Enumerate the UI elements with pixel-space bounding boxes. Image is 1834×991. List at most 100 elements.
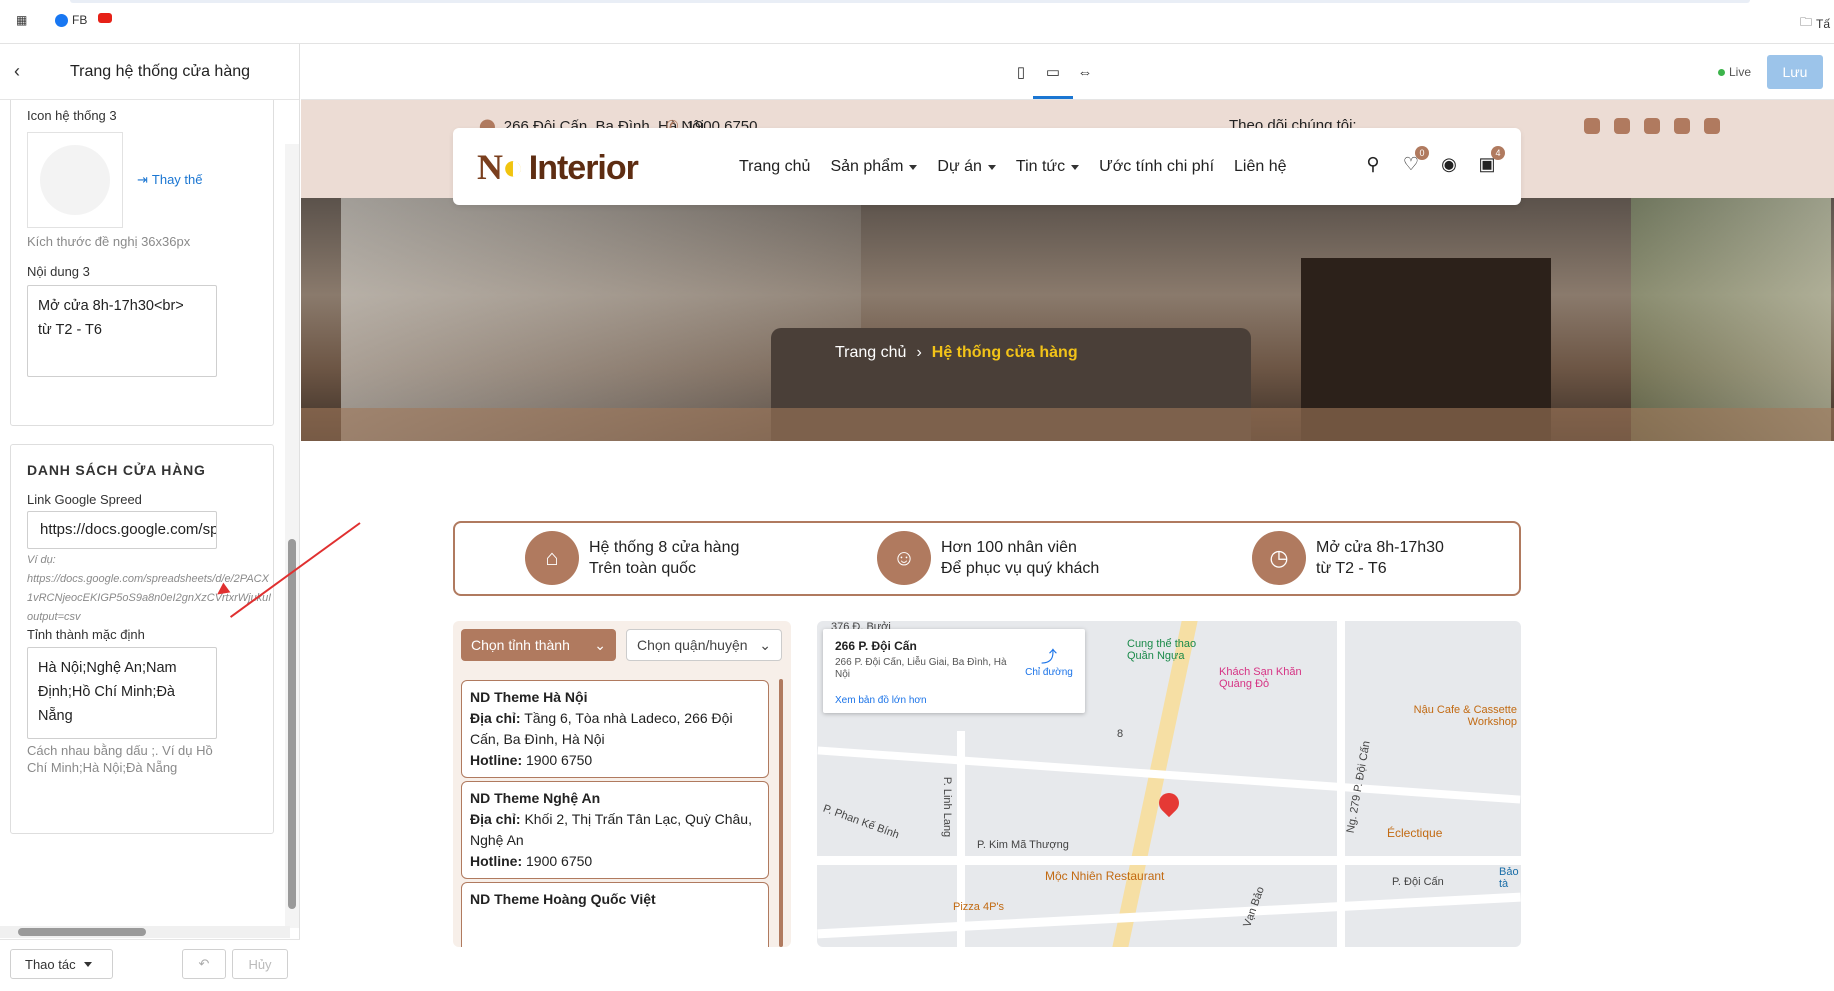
icon3-settings-card: Icon hệ thống 3 ⇥ Thay thế Kích thước đề… bbox=[10, 100, 274, 426]
icon3-preview[interactable] bbox=[27, 132, 123, 228]
panel-scroll-area[interactable]: Icon hệ thống 3 ⇥ Thay thế Kích thước đề… bbox=[0, 100, 300, 880]
clock-icon: ◷ bbox=[1252, 531, 1306, 585]
cancel-button[interactable]: Hủy bbox=[232, 949, 288, 979]
hotline-label: Hotline: bbox=[470, 853, 523, 869]
bookmark-facebook[interactable]: FB bbox=[55, 13, 87, 27]
map-road bbox=[1337, 621, 1345, 947]
store-address: Địa chỉ: Khối 2, Thị Trấn Tân Lạc, Quỳ C… bbox=[470, 809, 760, 851]
province-select-label: Chọn tỉnh thành bbox=[471, 637, 570, 653]
hotline-label: Hotline: bbox=[470, 752, 523, 768]
save-button[interactable]: Lưu bbox=[1767, 55, 1823, 89]
settings-panel: ‹ Trang hệ thống cửa hàng Icon hệ thống … bbox=[0, 44, 300, 991]
live-dot-icon bbox=[1718, 68, 1725, 76]
tiktok-icon[interactable] bbox=[1584, 118, 1600, 134]
nav-projects[interactable]: Dự án bbox=[937, 158, 996, 176]
account-icon[interactable]: ◉ bbox=[1439, 154, 1459, 174]
panel-horizontal-scrollbar[interactable] bbox=[0, 926, 290, 938]
cart-icon[interactable]: ▣ 4 bbox=[1477, 146, 1505, 174]
store-icon: ⌂ bbox=[525, 531, 579, 585]
nav-estimate[interactable]: Ước tính chi phí bbox=[1099, 158, 1214, 176]
bookmark-folder[interactable]: 🗀 Tấ bbox=[1800, 13, 1830, 34]
map-label: P. Phan Kế Bính bbox=[821, 802, 901, 842]
undo-button[interactable]: ↶ bbox=[182, 949, 226, 979]
panel-vertical-scrollbar[interactable] bbox=[285, 144, 299, 928]
store-map[interactable]: Cung thể thao Quần Ngựa Khách Sạn Khăn Q… bbox=[817, 621, 1521, 947]
breadcrumb-separator-icon: › bbox=[916, 344, 922, 361]
twitter-icon[interactable] bbox=[1704, 118, 1720, 134]
nav-news[interactable]: Tin tức bbox=[1016, 158, 1080, 176]
directions-icon: ⤴ bbox=[1040, 649, 1057, 666]
sheet-link-input[interactable]: https://docs.google.com/sp bbox=[27, 511, 217, 549]
chevron-down-icon bbox=[83, 961, 92, 967]
nav-projects-label: Dự án bbox=[937, 158, 982, 175]
map-label: P. Kim Mã Thượng bbox=[977, 839, 1069, 851]
breadcrumb-home[interactable]: Trang chủ bbox=[835, 344, 906, 362]
bookmark-facebook-label: FB bbox=[72, 13, 88, 27]
cart-count-badge: 4 bbox=[1491, 146, 1505, 160]
store-list: Chọn tỉnh thành ⌄ Chọn quận/huyện ⌄ ND The… bbox=[453, 621, 791, 947]
breadcrumb-current: Hệ thống cửa hàng bbox=[931, 344, 1078, 361]
map-label: Nậu Cafe & Cassette Workshop bbox=[1413, 704, 1517, 728]
province-select[interactable]: Chọn tỉnh thành ⌄ bbox=[461, 629, 616, 661]
mobile-view-icon[interactable]: ▯ bbox=[1009, 62, 1033, 82]
hero-banner bbox=[301, 198, 1834, 441]
live-status: Live bbox=[1718, 65, 1751, 79]
default-province-label: Tỉnh thành mặc định bbox=[27, 627, 145, 642]
undo-icon: ↶ bbox=[198, 956, 210, 971]
facebook-icon[interactable] bbox=[1644, 118, 1660, 134]
logo-mark: ◐ bbox=[502, 147, 524, 187]
store-list-scrollbar[interactable] bbox=[779, 679, 783, 947]
wishlist-count-badge: 0 bbox=[1415, 146, 1429, 160]
map-label: Mộc Nhiên Restaurant bbox=[1045, 869, 1165, 883]
content3-textarea[interactable]: Mở cửa 8h-17h30<br> từ T2 - T6 bbox=[27, 285, 217, 377]
nav-home[interactable]: Trang chủ bbox=[739, 158, 810, 176]
default-province-textarea[interactable]: Hà Nội;Nghệ An;Nam Định;Hồ Chí Minh;Đà N… bbox=[27, 647, 217, 739]
store-card[interactable]: ND Theme Hoàng Quốc Việt bbox=[461, 882, 769, 947]
actions-dropdown[interactable]: Thao tác bbox=[10, 949, 113, 979]
nav-contact[interactable]: Liên hệ bbox=[1234, 158, 1287, 176]
scrollbar-thumb[interactable] bbox=[288, 539, 296, 909]
fullwidth-view-icon[interactable]: ⇔ bbox=[1073, 62, 1097, 82]
logo-letter: N bbox=[477, 147, 503, 187]
feature-hours-text: Mở cửa 8h-17h30 từ T2 - T6 bbox=[1316, 537, 1444, 579]
store-name: ND Theme Hà Nội bbox=[470, 689, 588, 705]
bookmark-youtube[interactable] bbox=[98, 13, 112, 23]
desktop-view-icon[interactable]: ▭ bbox=[1033, 62, 1073, 99]
site-preview: ⬤ 266 Đội Cấn, Ba Đình, Hà Nội ✆ 1900 67… bbox=[301, 100, 1834, 947]
map-directions-button[interactable]: ⤴ Chỉ đường bbox=[1019, 643, 1079, 678]
back-arrow-icon[interactable]: ‹ bbox=[14, 61, 44, 82]
store-card[interactable]: ND Theme Nghệ An Địa chỉ: Khối 2, Thị Tr… bbox=[461, 781, 769, 879]
instagram-icon[interactable] bbox=[1614, 118, 1630, 134]
chevron-down-icon: ⌄ bbox=[594, 636, 606, 653]
replace-icon-link[interactable]: ⇥ Thay thế bbox=[137, 172, 203, 188]
store-card[interactable]: ND Theme Hà Nội Địa chỉ: Tầng 6, Tòa nhà… bbox=[461, 680, 769, 778]
store-hotline: Hotline: 1900 6750 bbox=[470, 750, 760, 771]
site-logo[interactable]: N◐ Interior bbox=[477, 146, 639, 188]
store-hotline-text: 1900 6750 bbox=[526, 853, 593, 869]
search-icon[interactable]: ⚲ bbox=[1363, 154, 1383, 174]
nav-products[interactable]: Sản phẩm bbox=[830, 158, 918, 176]
map-label: Éclectique bbox=[1387, 826, 1443, 840]
scrollbar-thumb[interactable] bbox=[18, 928, 146, 936]
replace-label: Thay thế bbox=[151, 172, 203, 187]
map-larger-link[interactable]: Xem bản đồ lớn hơn bbox=[835, 695, 927, 706]
default-province-hint: Cách nhau bằng dấu ;. Ví dụ Hồ Chí Minh;… bbox=[27, 743, 213, 775]
apps-grid-icon[interactable]: ▦ bbox=[16, 13, 27, 27]
map-place-card: 266 P. Đội Cấn 266 P. Đội Cấn, Liễu Giai… bbox=[823, 629, 1085, 713]
youtube-icon[interactable] bbox=[1674, 118, 1690, 134]
features-strip: ⌂ Hệ thống 8 cửa hàng Trên toàn quốc ☺ Hơ… bbox=[453, 521, 1521, 596]
map-directions-label: Chỉ đường bbox=[1025, 667, 1073, 678]
map-road bbox=[817, 892, 1521, 939]
wishlist-icon[interactable]: ♡ 0 bbox=[1401, 146, 1429, 174]
breadcrumb: Trang chủ › Hệ thống cửa hàng bbox=[835, 344, 1078, 362]
store-list-section-title: DANH SÁCH CỬA HÀNG bbox=[27, 462, 206, 478]
feature-line2: Để phục vụ quý khách bbox=[941, 560, 1100, 577]
map-road bbox=[1112, 621, 1198, 947]
panel-header: ‹ Trang hệ thống cửa hàng bbox=[0, 44, 299, 100]
people-icon: ☺ bbox=[877, 531, 931, 585]
district-select[interactable]: Chọn quận/huyện ⌄ bbox=[626, 629, 782, 661]
chevron-down-icon bbox=[987, 164, 996, 170]
feature-line1: Mở cửa 8h-17h30 bbox=[1316, 539, 1444, 556]
panel-title: Trang hệ thống cửa hàng bbox=[70, 62, 251, 80]
map-place-address: 266 P. Đội Cấn, Liễu Giai, Ba Đình, Hà N… bbox=[835, 657, 1007, 680]
